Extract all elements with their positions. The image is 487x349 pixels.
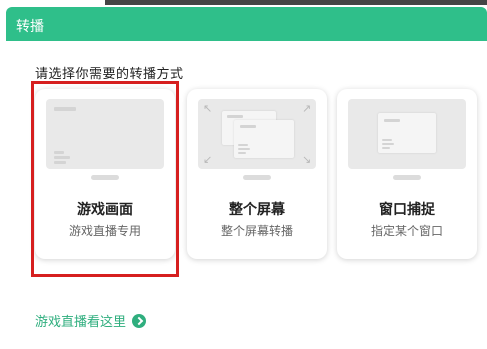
- thumb-line: [240, 125, 256, 128]
- mode-desc: 整个屏幕转播: [220, 224, 293, 238]
- window-capture-icon: [348, 99, 466, 169]
- arrow-circle-icon: [132, 313, 147, 328]
- mode-name: 窗口捕捉: [379, 202, 435, 218]
- top-strip: [0, 0, 487, 6]
- monitor-stand: [393, 175, 421, 180]
- expand-arrow-icon: ↘: [302, 153, 312, 166]
- title-bar-background: [105, 0, 487, 5]
- fullscreen-icon: ↖ ↗ ↙ ↘: [198, 99, 316, 169]
- thumb-line: [384, 119, 400, 122]
- expand-arrow-icon: ↙: [203, 153, 213, 166]
- thumb-line: [238, 148, 250, 150]
- thumb-line: [227, 115, 243, 118]
- thumb-line: [382, 147, 390, 149]
- window-shape: [234, 120, 294, 158]
- expand-arrow-icon: ↖: [203, 102, 213, 115]
- thumb-line: [382, 139, 392, 141]
- link-label: 游戏直播看这里: [35, 315, 127, 330]
- thumb-line: [238, 144, 248, 146]
- monitor-stand: [243, 175, 271, 180]
- thumb-line: [382, 143, 394, 145]
- mode-desc: 指定某个窗口: [370, 224, 443, 238]
- mode-prompt: 请选择你需要的转播方式: [35, 67, 184, 82]
- window-shape: [378, 113, 436, 153]
- game-live-link[interactable]: 游戏直播看这里: [35, 311, 147, 330]
- mode-name: 整个屏幕: [229, 202, 285, 218]
- expand-arrow-icon: ↗: [302, 102, 312, 115]
- dialog-title: 转播: [16, 19, 44, 35]
- selection-highlight: [31, 81, 179, 277]
- thumb-line: [238, 152, 246, 154]
- mode-card-window[interactable]: 窗口捕捉 指定某个窗口: [337, 89, 477, 259]
- mode-card-fullscreen[interactable]: ↖ ↗ ↙ ↘ 整个屏幕 整个屏幕转播: [187, 89, 327, 259]
- dialog-header: 转播: [6, 7, 487, 41]
